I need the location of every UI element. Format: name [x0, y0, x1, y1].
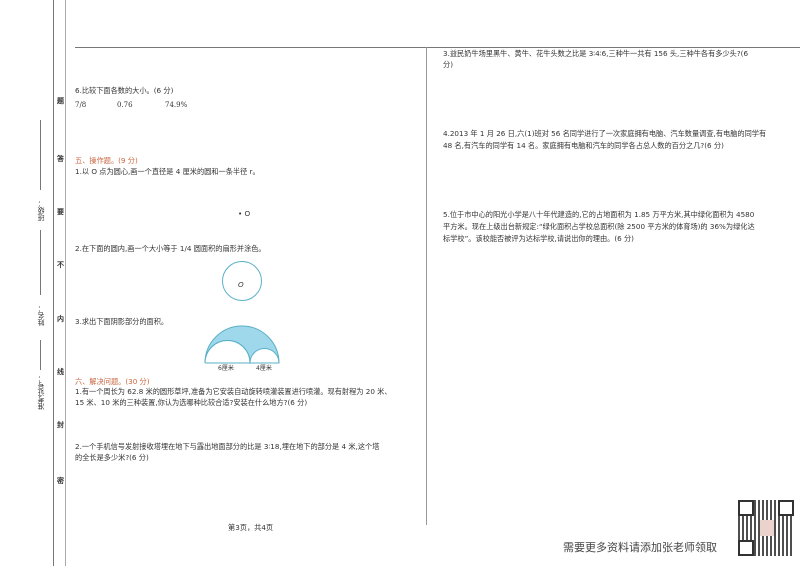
- value: 7/8: [75, 101, 87, 109]
- qr-code[interactable]: [738, 500, 794, 556]
- seal-char: 答: [57, 155, 64, 163]
- s6-question-1-line2: 15 米、10 米的三种装置,你认为选哪种比较合适?安装在什么地方?(6 分): [75, 398, 308, 407]
- question-3-line2: 分): [443, 60, 453, 69]
- page-footer: 第3页，共4页: [228, 523, 274, 532]
- seal-char: 要: [57, 208, 64, 216]
- class-field-line: [40, 120, 41, 190]
- name-field-line: [40, 230, 41, 295]
- semicircle-figure: [204, 325, 280, 365]
- section-5-title: 五、操作题。(9 分): [75, 156, 138, 165]
- value: 0.76: [117, 101, 133, 109]
- question-4-line2: 48 名,有汽车的同学有 14 名。家庭拥有电脑和汽车的同学各占总人数的百分之几…: [443, 141, 724, 150]
- question-3-line1: 3.益民奶牛场里黑牛、黄牛、花牛头数之比是 3∶4∶6,三种牛一共有 156 头…: [443, 49, 749, 58]
- seal-char: 内: [57, 315, 64, 323]
- margin-line: [53, 0, 54, 566]
- id-field-line: [40, 340, 41, 370]
- question-5-line1: 5.位于市中心的阳光小学是八十年代建造的,它的占地面积为 1.85 万平方米,其…: [443, 210, 755, 219]
- name-label: 姓名：: [37, 305, 45, 326]
- avatar-icon: [760, 520, 774, 536]
- seal-char: 线: [57, 368, 64, 376]
- margin-line-inner: [65, 0, 66, 566]
- question-6: 6.比较下面各数的大小。(6 分): [75, 86, 174, 95]
- circle-center-label: O: [238, 280, 244, 289]
- seal-char: 封: [57, 421, 64, 429]
- question-5-line2: 平方米。现在上级出台新规定:“绿化面积占学校总面积(除 2500 平方米的体育场…: [443, 222, 755, 231]
- s5-question-2: 2.在下面的圆内,画一个大小等于 1/4 圆面积的扇形并涂色。: [75, 244, 266, 253]
- dimension-6cm: 6厘米: [218, 365, 234, 372]
- qr-finder: [738, 540, 754, 556]
- class-label: 班级：: [37, 200, 45, 221]
- s6-question-1-line1: 1.有一个周长为 62.8 米的圆形草坪,准备为它安装自动旋转喷灌装置进行喷灌。…: [75, 387, 392, 396]
- seal-char: 题: [57, 97, 64, 105]
- dimension-4cm: 4厘米: [256, 365, 272, 372]
- s6-question-2-line2: 的全长是多少米?(6 分): [75, 453, 149, 462]
- qr-finder: [778, 500, 794, 516]
- column-divider: [426, 47, 427, 525]
- s5-question-3: 3.求出下面阴影部分的面积。: [75, 317, 169, 326]
- value: 74.9%: [165, 101, 188, 109]
- question-4-line1: 4.2013 年 1 月 26 日,六(1)班对 56 名同学进行了一次家庭拥有…: [443, 129, 767, 138]
- promo-text: 需要更多资料请添加张老师领取: [563, 541, 717, 554]
- question-5-line3: 标学校”。该校能否被评为达标学校,请说出你的理由。(6 分): [443, 234, 634, 243]
- point-o: • O: [238, 209, 251, 218]
- seal-char: 不: [57, 261, 64, 269]
- qr-finder: [738, 500, 754, 516]
- seal-char: 密: [57, 477, 64, 485]
- s5-question-1: 1.以 O 点为圆心,画一个直径是 4 厘米的圆和一条半径 r。: [75, 167, 260, 176]
- id-label: 准考证号：: [37, 375, 45, 410]
- s6-question-2-line1: 2.一个手机信号发射接收塔埋在地下与露出地面部分的比是 3∶18,埋在地下的部分…: [75, 442, 380, 451]
